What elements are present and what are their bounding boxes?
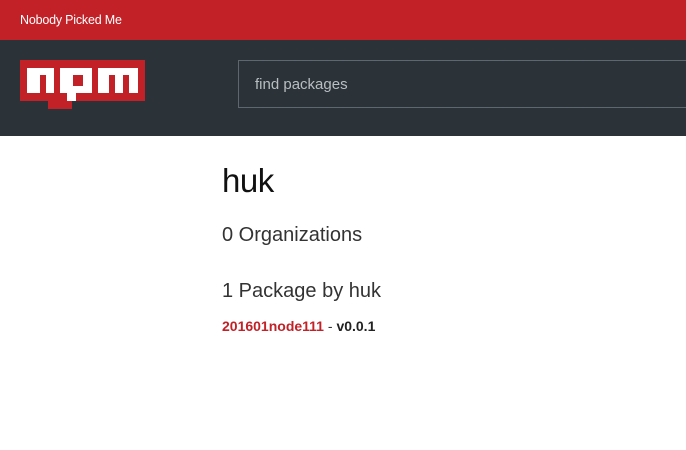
package-version: v0.0.1: [336, 318, 376, 334]
package-list-item: 201601node111 - v0.0.1: [222, 317, 375, 335]
search-box[interactable]: [238, 60, 686, 108]
promo-bar-text[interactable]: Nobody Picked Me: [20, 12, 122, 28]
promo-bar: Nobody Picked Me: [0, 0, 686, 40]
organizations-count: 0 Organizations: [222, 224, 363, 246]
packages-heading: 1 Package by huk: [222, 280, 381, 302]
package-name-link[interactable]: 201601node111: [222, 318, 324, 334]
search-input[interactable]: [255, 61, 675, 107]
npm-logo[interactable]: [20, 60, 145, 109]
profile-username: huk: [222, 162, 274, 199]
site-header: [0, 40, 686, 136]
package-separator: -: [323, 318, 337, 334]
